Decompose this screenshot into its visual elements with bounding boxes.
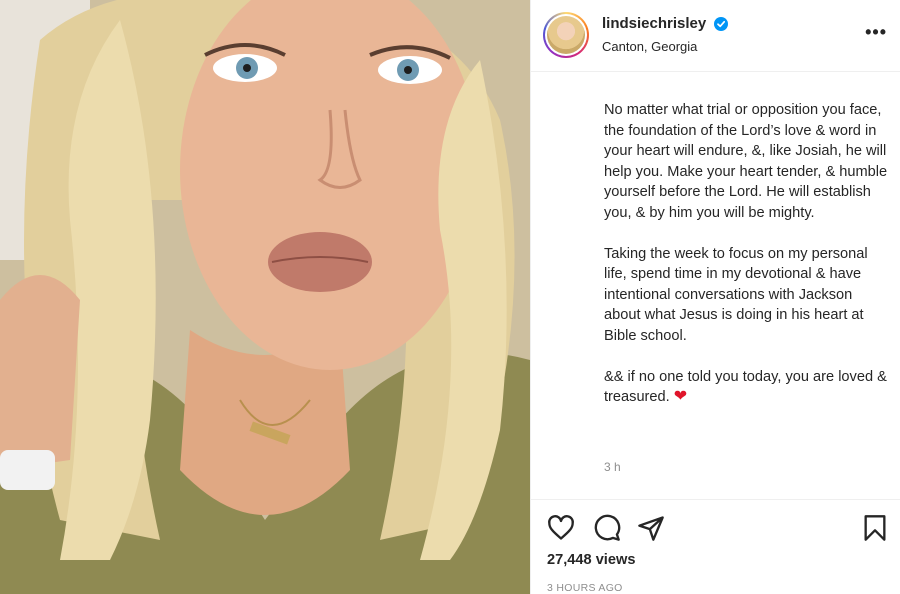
selfie-image bbox=[0, 0, 530, 594]
bookmark-icon[interactable] bbox=[861, 514, 889, 542]
share-icon[interactable] bbox=[637, 514, 665, 542]
user-block: lindsiechrisley Canton, Georgia bbox=[602, 15, 728, 54]
action-bar: 27,448 views 3 HOURS AGO bbox=[531, 499, 900, 594]
post-detail-panel: lindsiechrisley Canton, Georgia ••• No m… bbox=[530, 0, 900, 594]
avatar[interactable] bbox=[543, 12, 589, 58]
post-header: lindsiechrisley Canton, Georgia ••• bbox=[531, 0, 900, 72]
heart-icon[interactable] bbox=[547, 514, 575, 542]
location-link[interactable]: Canton, Georgia bbox=[602, 39, 728, 54]
post-photo[interactable] bbox=[0, 0, 530, 594]
caption-paragraph: Taking the week to focus on my personal … bbox=[604, 245, 868, 344]
caption-paragraph: && if no one told you today, you are lov… bbox=[604, 367, 889, 408]
caption-paragraph: No matter what trial or opposition you f… bbox=[604, 102, 888, 221]
more-options-button[interactable]: ••• bbox=[865, 23, 887, 41]
avatar-image bbox=[547, 16, 585, 54]
view-count[interactable]: 27,448 views bbox=[547, 552, 635, 568]
comment-icon[interactable] bbox=[593, 514, 621, 542]
username-link[interactable]: lindsiechrisley bbox=[602, 15, 706, 32]
caption: No matter what trial or opposition you f… bbox=[604, 100, 889, 428]
caption-timestamp[interactable]: 3 h bbox=[604, 460, 621, 474]
post-timestamp[interactable]: 3 HOURS AGO bbox=[547, 582, 623, 594]
verified-badge-icon bbox=[713, 16, 728, 31]
red-heart-emoji: ❤ bbox=[673, 388, 688, 405]
caption-paragraph-text: && if no one told you today, you are lov… bbox=[604, 368, 887, 406]
